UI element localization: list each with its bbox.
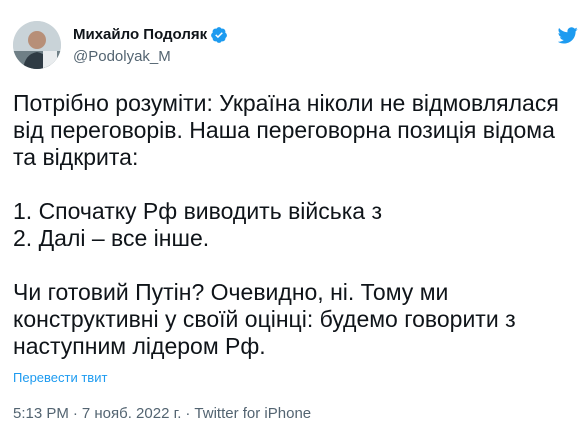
tweet-line: Потрібно розуміти: Україна ніколи не від… — [13, 90, 559, 116]
author-name-row[interactable]: Михайло Подоляк — [73, 25, 228, 44]
meta-separator: · — [185, 405, 191, 422]
tweet-line: конструктивні у своїй оцінці: будемо гов… — [13, 306, 516, 332]
tweet-line: наступним лідером Рф. — [13, 333, 266, 359]
ukraine-flag-emoji — [390, 202, 417, 221]
tweet-point-2: 2. Далі – все інше. — [13, 225, 210, 251]
tweet-meta: 5:13 PM · 7 нояб. 2022 г. · Twitter for iPho… — [13, 404, 311, 423]
tweet-source[interactable]: Twitter for iPhone — [194, 405, 311, 422]
avatar-photo-icon — [13, 21, 61, 69]
tweet-date[interactable]: 7 нояб. 2022 г. — [82, 405, 182, 422]
tweet-point-1: 1. Спочатку Рф виводить війська з — [13, 198, 578, 225]
tweet-line: Чи готовий Путін? Очевидно, ні. Тому ми — [13, 279, 449, 305]
avatar[interactable] — [13, 21, 61, 69]
tweet-text: Потрібно розуміти: Україна ніколи не від… — [13, 90, 578, 360]
verified-badge-icon — [210, 26, 228, 44]
translate-tweet-link[interactable]: Перевести твит — [13, 370, 107, 386]
tweet-line: від переговорів. Наша переговорна позиці… — [13, 117, 555, 143]
tweet-line: та відкрита: — [13, 144, 139, 170]
tweet-point-1-text: 1. Спочатку Рф виводить війська з — [13, 198, 383, 224]
display-name[interactable]: Михайло Подоляк — [73, 25, 207, 44]
more-options-icon[interactable] — [557, 27, 578, 44]
author-handle[interactable]: @Podolyak_M — [73, 47, 171, 66]
tweet-time[interactable]: 5:13 PM — [13, 405, 69, 422]
tweet-card: Михайло Подоляк @Podolyak_M Потрібно роз… — [0, 0, 587, 428]
meta-separator: · — [72, 405, 78, 422]
